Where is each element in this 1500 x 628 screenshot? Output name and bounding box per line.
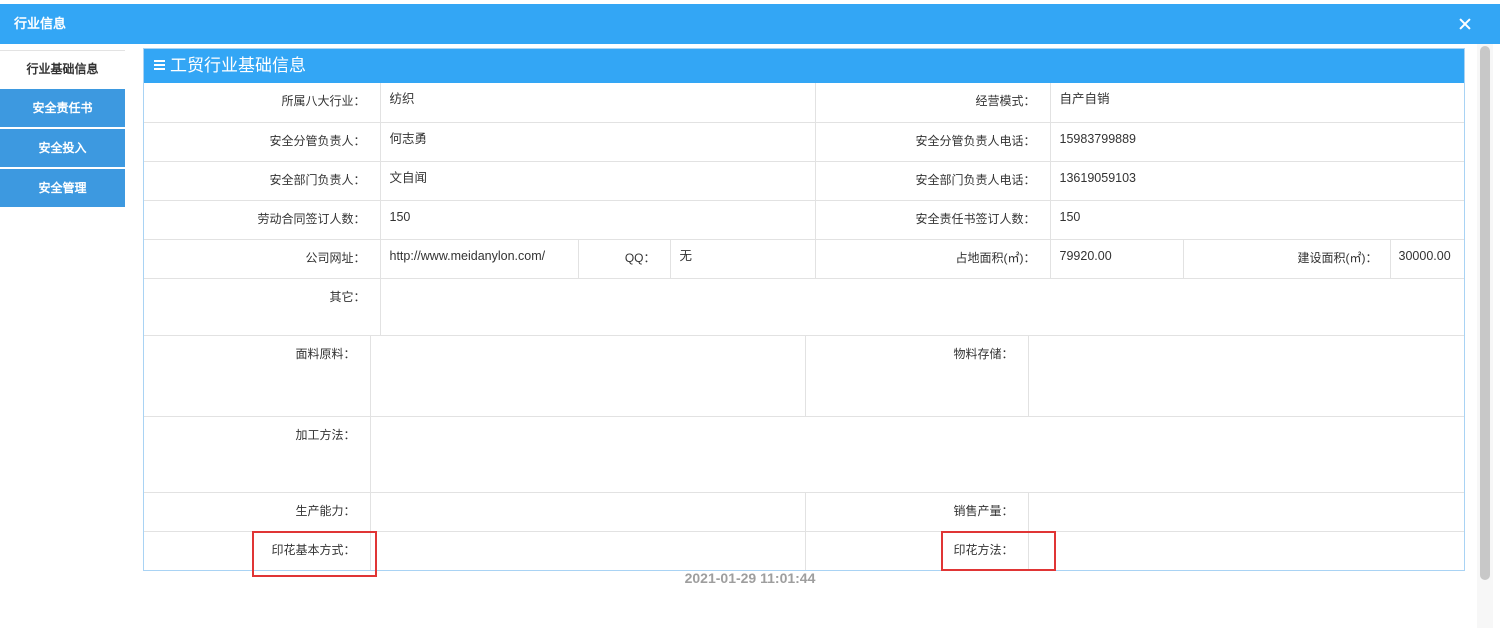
safety-dept-head-phone-value: 13619059103 <box>1049 160 1464 201</box>
qq-label: QQ： <box>577 238 671 279</box>
labor-contracts-value: 150 <box>379 199 816 240</box>
land-area-value: 79920.00 <box>1049 238 1184 279</box>
business-mode-value: 自产自销 <box>1049 83 1464 123</box>
qq-value: 无 <box>669 238 816 279</box>
production-capacity-value <box>369 492 806 532</box>
website-label: 公司网址： <box>144 238 381 279</box>
safety-agreements-value: 150 <box>1049 199 1464 240</box>
dialog-title-bar: 行业信息 <box>0 4 1500 44</box>
printing-method-value <box>1027 531 1464 570</box>
table-row: 劳动合同签订人数： 150 安全责任书签订人数： 150 <box>144 199 1464 240</box>
table-row: 面料原料： 物料存储： <box>144 335 1464 417</box>
safety-leader-phone-value: 15983799889 <box>1049 121 1464 162</box>
fabric-materials-label: 面料原料： <box>144 335 371 417</box>
table-row: 其它： <box>144 277 1464 336</box>
table-row: 安全部门负责人： 文自闻 安全部门负责人电话： 13619059103 <box>144 160 1464 201</box>
safety-agreements-label: 安全责任书签订人数： <box>814 199 1051 240</box>
vertical-scrollbar[interactable] <box>1477 44 1493 628</box>
production-capacity-label: 生产能力： <box>144 492 371 532</box>
building-area-label: 建设面积(㎡)： <box>1182 238 1391 279</box>
table-row: 生产能力： 销售产量： <box>144 492 1464 532</box>
website-value: http://www.meidanylon.com/ <box>379 238 579 279</box>
table-row: 加工方法： <box>144 416 1464 493</box>
timestamp: 2021-01-29 11:01:44 <box>684 570 816 586</box>
tab-safety-investment[interactable]: 安全投入 <box>0 129 125 167</box>
industry-label: 所属八大行业： <box>144 83 381 123</box>
labor-contracts-label: 劳动合同签订人数： <box>144 199 381 240</box>
safety-leader-phone-label: 安全分管负责人电话： <box>814 121 1051 162</box>
safety-leader-value: 何志勇 <box>379 121 816 162</box>
dialog-title: 行业信息 <box>14 16 67 31</box>
panel-title: 工贸行业基础信息 <box>170 56 306 75</box>
scrollbar-thumb[interactable] <box>1480 46 1490 580</box>
processing-method-value <box>369 416 1464 493</box>
basic-info-table: 所属八大行业： 纺织 经营模式： 自产自销 安全分管负责人： 何志勇 安全分管负… <box>144 83 1464 336</box>
highlight-box-printing-method <box>941 531 1056 571</box>
fabric-materials-value <box>369 335 806 417</box>
close-icon[interactable] <box>1457 16 1473 32</box>
table-row: 所属八大行业： 纺织 经营模式： 自产自销 <box>144 83 1464 123</box>
other-value <box>379 277 1464 336</box>
safety-dept-head-value: 文自闻 <box>379 160 816 201</box>
sales-volume-label: 销售产量： <box>804 492 1029 532</box>
safety-dept-head-label: 安全部门负责人： <box>144 160 381 201</box>
material-storage-value <box>1027 335 1464 417</box>
highlight-box-printing-basic-mode <box>252 531 377 577</box>
sales-volume-value <box>1027 492 1464 532</box>
safety-dept-head-phone-label: 安全部门负责人电话： <box>814 160 1051 201</box>
material-storage-label: 物料存储： <box>804 335 1029 417</box>
tab-safety-management[interactable]: 安全管理 <box>0 169 125 207</box>
table-row: 安全分管负责人： 何志勇 安全分管负责人电话： 15983799889 <box>144 121 1464 162</box>
other-label: 其它： <box>144 277 381 336</box>
printing-basic-mode-value <box>369 531 806 570</box>
table-row: 公司网址： http://www.meidanylon.com/ QQ： 无 占… <box>144 238 1464 279</box>
safety-leader-label: 安全分管负责人： <box>144 121 381 162</box>
menu-icon <box>154 63 165 66</box>
panel-header: 工贸行业基础信息 <box>144 49 1464 83</box>
info-panel: 工贸行业基础信息 所属八大行业： 纺织 经营模式： 自产自销 安全分管负责人： … <box>143 48 1465 571</box>
processing-method-label: 加工方法： <box>144 416 371 493</box>
land-area-label: 占地面积(㎡)： <box>814 238 1051 279</box>
industry-value: 纺织 <box>379 83 816 123</box>
tab-industry-basic-info[interactable]: 行业基础信息 <box>0 50 125 88</box>
business-mode-label: 经营模式： <box>814 83 1051 123</box>
building-area-value: 30000.00 <box>1389 238 1464 279</box>
tab-safety-responsibility[interactable]: 安全责任书 <box>0 89 125 127</box>
